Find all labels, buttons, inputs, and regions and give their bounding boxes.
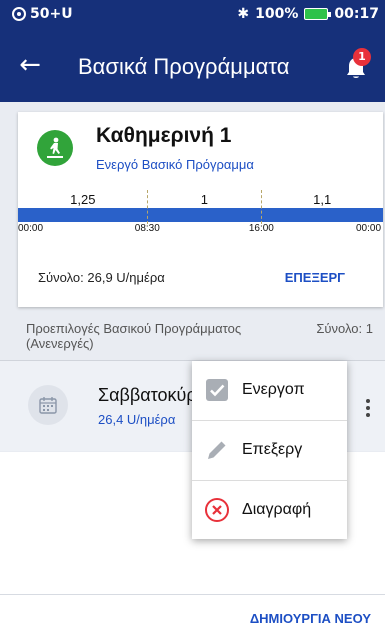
menu-item-label: Διαγραφή	[242, 501, 312, 518]
menu-item-activate[interactable]: Ενεργοπ	[192, 361, 347, 420]
x-tick-label: 00:00	[356, 223, 382, 234]
more-options-icon[interactable]	[361, 397, 375, 421]
active-program-card: Καθημερινή 1 Ενεργό Βασικό Πρόγραμμα 1,2…	[18, 112, 383, 307]
calendar-icon	[28, 385, 68, 425]
saved-program-total: 26,4 U/ημέρα	[98, 412, 176, 427]
basal-chart: 1,25 1 1,1 00:00 08:30 16:00 00:00	[18, 190, 383, 240]
menu-item-edit[interactable]: Επεξεργ	[192, 421, 347, 480]
status-bar: 50+U ✱ 100% 00:17	[0, 0, 385, 30]
signal-dot-icon	[12, 7, 26, 21]
menu-item-delete[interactable]: Διαγραφή	[192, 481, 347, 540]
page-title: Βασικά Προγράμματα	[78, 54, 290, 79]
saved-programs-heading: Προεπιλογές Βασικού Προγράμματος (Ανενερ…	[26, 321, 242, 351]
segment-boundary-line	[261, 190, 263, 224]
basal-rate-label: 1	[200, 192, 209, 207]
delete-circle-icon	[204, 497, 230, 523]
menu-item-label: Ενεργοπ	[242, 381, 305, 398]
create-new-button[interactable]: ΔΗΜΙΟΥΡΓΙΑ ΝΕΟΥ	[250, 611, 371, 626]
context-menu: Ενεργοπ Επεξεργ Διαγραφή	[192, 361, 347, 539]
basal-rate-label: 1,1	[313, 192, 332, 207]
checkbox-icon	[204, 377, 230, 403]
bluetooth-icon: ✱	[237, 6, 250, 22]
status-right: ✱ 100% 00:17	[237, 6, 379, 22]
x-tick-label: 00:00	[18, 223, 44, 234]
x-tick-label: 16:00	[248, 223, 274, 234]
basal-segment-bar	[261, 208, 383, 222]
basal-segment-bar	[147, 208, 262, 222]
edit-button[interactable]: ΕΠΕΞΕΡΓ	[285, 270, 345, 285]
basal-rate-label: 1,25	[70, 192, 96, 207]
clock: 00:17	[334, 6, 379, 22]
pencil-icon	[204, 437, 230, 463]
active-program-total: Σύνολο: 26,9 U/ημέρα	[38, 270, 165, 285]
notification-badge: 1	[353, 48, 371, 66]
basal-segment-bar	[18, 208, 148, 222]
menu-item-label: Επεξεργ	[242, 441, 303, 458]
saved-programs-count: Σύνολο: 1	[316, 321, 373, 336]
carrier-label: 50+U	[30, 6, 73, 22]
active-program-status: Ενεργό Βασικό Πρόγραμμα	[96, 157, 254, 172]
app-bar: ← Βασικά Προγράμματα 1	[0, 30, 385, 102]
active-program-name: Καθημερινή 1	[96, 124, 232, 147]
segment-boundary-line	[147, 190, 149, 224]
walking-person-icon	[37, 130, 73, 166]
back-arrow-icon[interactable]: ←	[14, 50, 46, 80]
battery-percent: 100%	[255, 6, 299, 22]
saved-program-name: Σαββατοκύριακο	[98, 385, 198, 405]
status-left: 50+U	[12, 6, 73, 22]
footer-divider	[0, 594, 385, 595]
battery-icon	[304, 8, 332, 20]
x-tick-label: 08:30	[134, 223, 160, 234]
